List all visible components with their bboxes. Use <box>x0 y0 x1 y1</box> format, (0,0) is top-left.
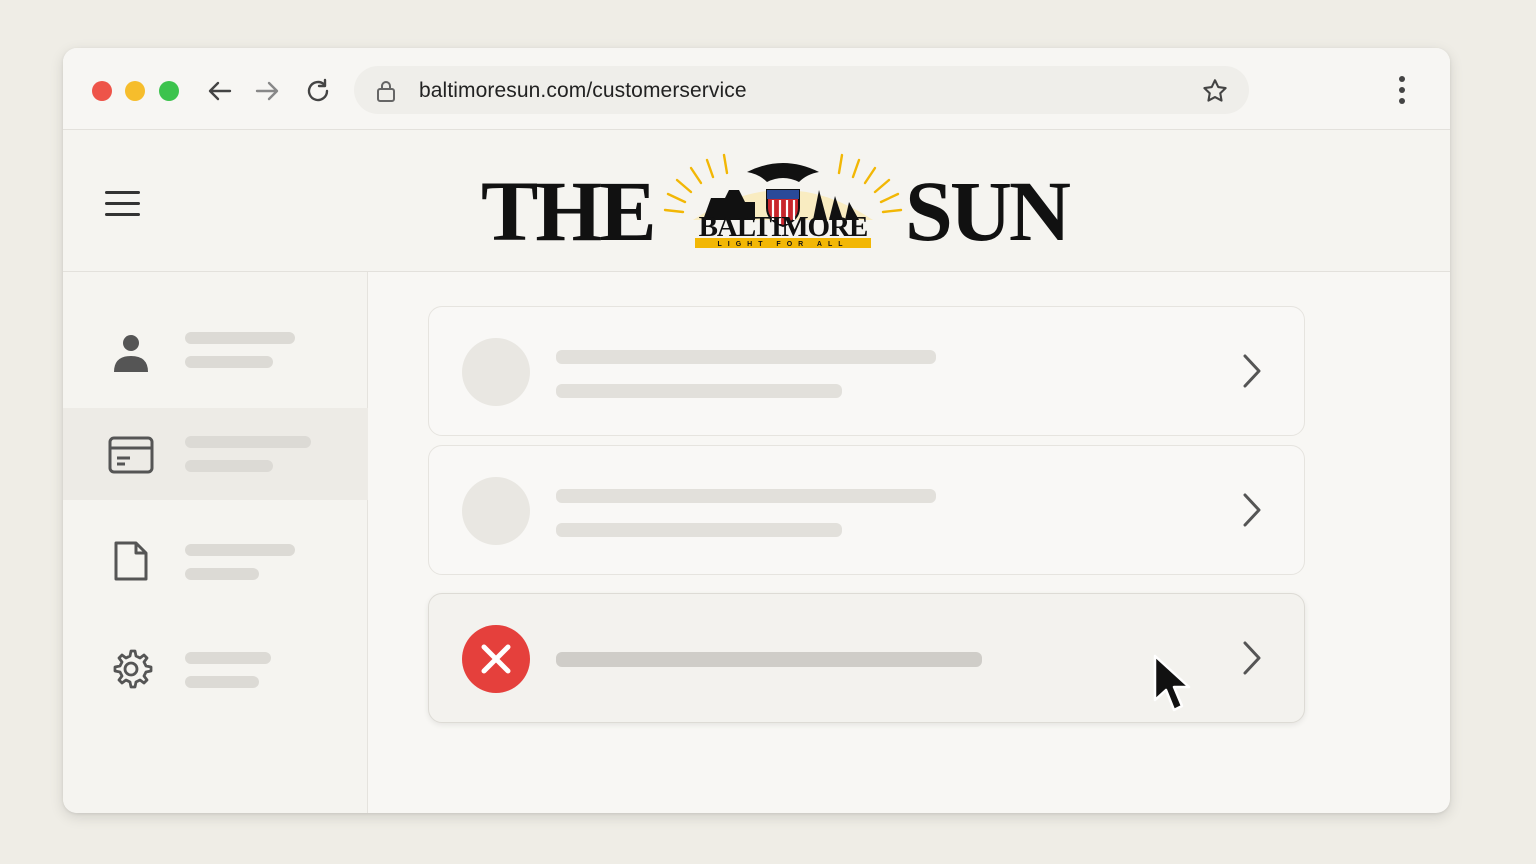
reload-button[interactable] <box>302 75 334 107</box>
browser-window: baltimoresun.com/customerservice THE BAL… <box>63 48 1450 813</box>
document-icon <box>108 538 154 584</box>
mouse-cursor-icon <box>1153 654 1191 712</box>
gear-icon <box>108 646 154 692</box>
logo-emblem: BALTIMORE LIGHT FOR ALL <box>663 153 903 248</box>
placeholder-line <box>185 568 259 580</box>
reload-icon <box>307 78 329 102</box>
placeholder-line <box>556 489 936 503</box>
logo-word-sun: SUN <box>905 163 1071 259</box>
chevron-right-icon <box>1243 354 1261 388</box>
placeholder-line <box>185 356 273 368</box>
logo-word-the: THE <box>481 163 657 259</box>
chevron-right-icon <box>1243 493 1261 527</box>
star-icon[interactable] <box>1201 77 1229 105</box>
placeholder-line <box>556 350 936 364</box>
kebab-menu-icon[interactable] <box>1396 75 1408 105</box>
back-button[interactable] <box>204 75 236 107</box>
placeholder-avatar <box>462 477 530 545</box>
forward-arrow-icon <box>255 81 279 101</box>
minimize-window-button[interactable] <box>125 81 145 101</box>
placeholder-line <box>556 523 842 537</box>
site-header: THE BALTIMORE LIGHT FOR ALL SUN <box>63 130 1450 272</box>
placeholder-line <box>185 676 259 688</box>
placeholder-line <box>556 384 842 398</box>
sidebar-item-settings[interactable] <box>63 622 368 714</box>
placeholder-line <box>185 460 273 472</box>
sidebar-item-documents[interactable] <box>63 514 368 606</box>
forward-button[interactable] <box>251 75 283 107</box>
baltimore-sun-logo[interactable]: THE BALTIMORE LIGHT FOR ALL SUN <box>481 150 1081 260</box>
sidebar-item-profile[interactable] <box>63 306 368 398</box>
credit-card-icon <box>108 432 154 478</box>
person-icon <box>108 330 154 376</box>
browser-toolbar: baltimoresun.com/customerservice <box>63 48 1450 130</box>
main-content <box>368 272 1450 813</box>
placeholder-avatar <box>462 338 530 406</box>
address-bar[interactable]: baltimoresun.com/customerservice <box>354 66 1249 114</box>
error-x-icon <box>462 625 530 693</box>
lock-icon <box>377 81 395 102</box>
placeholder-line <box>185 544 295 556</box>
placeholder-line <box>556 652 982 667</box>
placeholder-line <box>185 332 295 344</box>
option-card[interactable] <box>428 306 1305 436</box>
close-window-button[interactable] <box>92 81 112 101</box>
hamburger-menu-icon[interactable] <box>105 191 141 217</box>
back-arrow-icon <box>208 81 232 101</box>
placeholder-line <box>185 436 311 448</box>
url-text[interactable]: baltimoresun.com/customerservice <box>419 79 747 103</box>
placeholder-line <box>185 652 271 664</box>
chevron-right-icon <box>1243 641 1261 675</box>
maximize-window-button[interactable] <box>159 81 179 101</box>
option-card[interactable] <box>428 445 1305 575</box>
sidebar-item-billing[interactable] <box>63 408 368 500</box>
sidebar <box>63 272 368 813</box>
logo-emblem-tagline: LIGHT FOR ALL <box>717 241 848 248</box>
